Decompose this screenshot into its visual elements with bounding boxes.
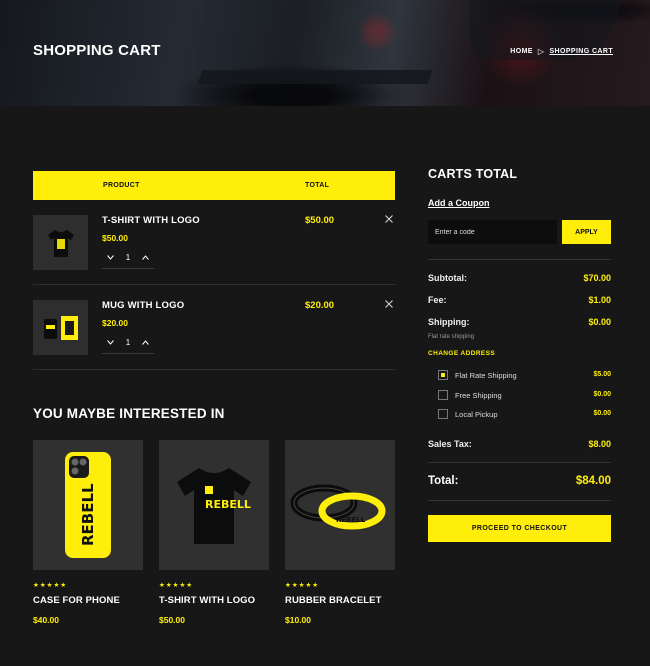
- product-card[interactable]: REBELL ★★★★★ RUBBER BRACELET $10.00: [285, 440, 395, 625]
- close-icon: [385, 300, 393, 308]
- product-card[interactable]: REBELL ★★★★★ T-SHIRT WITH LOGO $50.00: [159, 440, 269, 625]
- option-label: Free Shipping: [455, 391, 502, 400]
- product-price: $10.00: [285, 615, 311, 625]
- carts-total-title: CARTS TOTAL: [428, 167, 518, 181]
- product-thumbnail[interactable]: [33, 300, 88, 355]
- subtotal-value: $70.00: [583, 273, 611, 283]
- shipping-row: Shipping: $0.00: [428, 317, 611, 327]
- tshirt-icon: [47, 229, 74, 257]
- fee-row: Fee: $1.00: [428, 295, 611, 305]
- rating-stars: ★★★★★: [159, 582, 194, 589]
- breadcrumb-current[interactable]: SHOPPING CART: [549, 48, 613, 55]
- total-label: Total:: [428, 475, 459, 487]
- hero-decor: [197, 70, 433, 84]
- shipping-option-pickup[interactable]: Local Pickup $0.00: [438, 409, 611, 419]
- option-price: $0.00: [593, 410, 611, 417]
- cart-row: T-SHIRT WITH LOGO $50.00 1 $50.00: [33, 200, 395, 285]
- chevron-up-icon: [142, 255, 150, 260]
- tshirt-icon: REBELL: [177, 468, 251, 544]
- divider: [428, 259, 611, 260]
- product-name[interactable]: T-SHIRT WITH LOGO: [159, 595, 269, 606]
- product-name[interactable]: MUG WITH LOGO: [102, 300, 184, 311]
- add-coupon-link[interactable]: Add a Coupon: [428, 198, 490, 208]
- mug-icon: [43, 315, 78, 340]
- close-icon: [385, 215, 393, 223]
- page-title: SHOPPING CART: [33, 42, 161, 59]
- checkbox-flat-rate[interactable]: [438, 370, 448, 380]
- increase-qty-button[interactable]: [141, 253, 151, 263]
- header-product: PRODUCT: [103, 182, 140, 189]
- product-card[interactable]: REBELL ★★★★★ CASE FOR PHONE $40.00: [33, 440, 143, 625]
- sales-tax-label: Sales Tax:: [428, 439, 472, 449]
- product-price: $50.00: [159, 615, 185, 625]
- product-price: $40.00: [33, 615, 59, 625]
- rating-stars: ★★★★★: [33, 582, 68, 589]
- quantity-value[interactable]: 1: [126, 253, 130, 262]
- total-value: $84.00: [575, 475, 611, 487]
- grand-total-row: Total: $84.00: [428, 475, 611, 487]
- quantity-stepper: 1: [102, 332, 154, 354]
- fee-label: Fee:: [428, 295, 447, 305]
- checkbox-free-shipping[interactable]: [438, 390, 448, 400]
- shipping-note: Flat rate shipping: [428, 334, 475, 340]
- shipping-option-flat[interactable]: Flat Rate Shipping $5.00: [438, 370, 611, 380]
- phone-case-icon: REBELL: [65, 452, 111, 558]
- change-address-link[interactable]: CHANGE ADDRESS: [428, 350, 495, 357]
- brand-text: REBELL: [79, 483, 97, 546]
- product-name[interactable]: RUBBER BRACELET: [285, 595, 395, 606]
- product-name[interactable]: CASE FOR PHONE: [33, 595, 143, 606]
- option-price: $5.00: [593, 371, 611, 378]
- sales-tax-row: Sales Tax: $8.00: [428, 439, 611, 449]
- product-image[interactable]: REBELL: [33, 440, 143, 570]
- header-total: TOTAL: [305, 182, 330, 189]
- subtotal-row: Subtotal: $70.00: [428, 273, 611, 283]
- row-total: $50.00: [305, 215, 335, 226]
- remove-item-button[interactable]: [385, 300, 393, 311]
- option-label: Local Pickup: [455, 410, 498, 419]
- brand-text: REBELL: [205, 498, 251, 511]
- increase-qty-button[interactable]: [141, 338, 151, 348]
- fee-value: $1.00: [588, 295, 611, 305]
- quantity-value[interactable]: 1: [126, 338, 130, 347]
- product-price: $20.00: [102, 318, 128, 328]
- remove-item-button[interactable]: [385, 215, 393, 226]
- proceed-to-checkout-button[interactable]: PROCEED TO CHECKOUT: [428, 515, 611, 542]
- divider: [428, 462, 611, 463]
- option-price: $0.00: [593, 391, 611, 398]
- recommend-title: YOU MAYBE INTERESTED IN: [33, 406, 225, 421]
- bracelet-icon: REBELL: [290, 484, 386, 530]
- breadcrumb-home-link[interactable]: HOME: [510, 48, 533, 55]
- chevron-up-icon: [142, 340, 150, 345]
- product-image[interactable]: REBELL: [159, 440, 269, 570]
- decrease-qty-button[interactable]: [105, 338, 115, 348]
- row-total: $20.00: [305, 300, 335, 311]
- cart-table-header: PRODUCT TOTAL: [33, 171, 395, 200]
- brand-text: REBELL: [336, 516, 366, 524]
- quantity-stepper: 1: [102, 247, 154, 269]
- product-image[interactable]: REBELL: [285, 440, 395, 570]
- chevron-down-icon: [106, 340, 114, 345]
- sales-tax-value: $8.00: [588, 439, 611, 449]
- divider: [428, 500, 611, 501]
- breadcrumb: HOME ▷ SHOPPING CART: [510, 47, 613, 56]
- shipping-label: Shipping:: [428, 317, 470, 327]
- coupon-code-input[interactable]: [428, 220, 557, 244]
- subtotal-label: Subtotal:: [428, 273, 467, 283]
- product-thumbnail[interactable]: [33, 215, 88, 270]
- checkbox-local-pickup[interactable]: [438, 409, 448, 419]
- cart-row: MUG WITH LOGO $20.00 1 $20.00: [33, 285, 395, 370]
- shipping-value: $0.00: [588, 317, 611, 327]
- apply-coupon-button[interactable]: APPLY: [562, 220, 611, 244]
- rating-stars: ★★★★★: [285, 582, 320, 589]
- chevron-down-icon: [106, 255, 114, 260]
- product-name[interactable]: T-SHIRT WITH LOGO: [102, 215, 200, 226]
- carts-total-panel: CARTS TOTAL Add a Coupon APPLY Subtotal:…: [428, 167, 611, 542]
- breadcrumb-separator-icon: ▷: [537, 47, 545, 56]
- hero-banner: SHOPPING CART HOME ▷ SHOPPING CART: [0, 0, 650, 106]
- shipping-option-free[interactable]: Free Shipping $0.00: [438, 390, 611, 400]
- product-price: $50.00: [102, 233, 128, 243]
- decrease-qty-button[interactable]: [105, 253, 115, 263]
- option-label: Flat Rate Shipping: [455, 371, 517, 380]
